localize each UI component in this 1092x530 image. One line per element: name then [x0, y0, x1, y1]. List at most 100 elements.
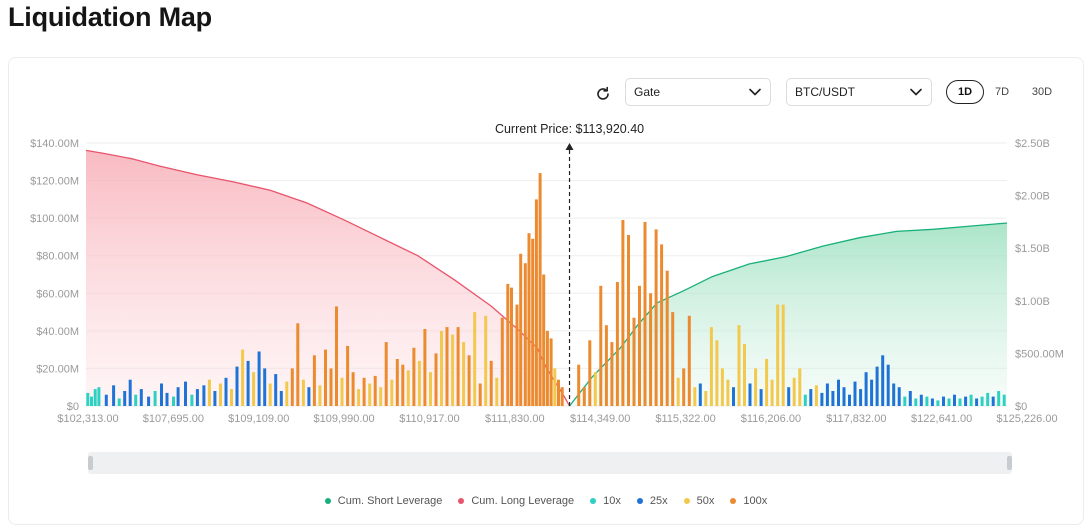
- y-axis-right-tick-label: $1.00B: [1015, 296, 1050, 308]
- liquidation-bar-x10: [134, 394, 138, 406]
- liquidation-bar-x100: [445, 327, 449, 406]
- liquidation-bar-x100: [534, 199, 538, 406]
- liquidation-bar-x25: [202, 385, 206, 406]
- legend-item-cum-long[interactable]: Cum. Long Leverage: [458, 495, 574, 507]
- liquidation-bar-x10: [190, 394, 194, 406]
- legend-item-100x[interactable]: 100x: [730, 495, 767, 507]
- liquidation-bar-x50: [417, 360, 421, 406]
- liquidation-bar-x100: [515, 304, 519, 406]
- liquidation-bar-x50: [765, 359, 769, 406]
- cum-long-leverage-area: [86, 150, 570, 406]
- liquidation-bar-x10: [93, 389, 97, 406]
- legend-label: 25x: [649, 495, 668, 507]
- liquidation-bar-x25: [930, 398, 934, 406]
- liquidation-bar-x25: [870, 379, 874, 406]
- liquidation-bar-x50: [770, 379, 774, 406]
- x-axis-tick-label: $109,990.00: [314, 413, 375, 425]
- liquidation-bar-x50: [792, 377, 796, 406]
- liquidation-bar-x100: [577, 364, 581, 406]
- range-slider-right-handle[interactable]: [1007, 456, 1012, 470]
- liquidation-bar-x100: [599, 285, 603, 406]
- legend-label: Cum. Short Leverage: [337, 495, 443, 507]
- liquidation-bar-x25: [123, 391, 127, 406]
- liquidation-bar-x25: [748, 383, 752, 406]
- liquidation-bar-x25: [820, 392, 824, 406]
- liquidation-bar-x50: [340, 377, 344, 406]
- liquidation-bar-x100: [545, 330, 549, 406]
- x-axis-tick-label: $125,226.00: [996, 413, 1057, 425]
- legend-label: 50x: [696, 495, 715, 507]
- current-price-arrow: [565, 143, 574, 150]
- liquidation-bar-x10: [90, 396, 93, 406]
- liquidation-bar-x50: [285, 381, 289, 406]
- liquidation-bar-x100: [687, 315, 691, 406]
- legend-dot-long: [458, 498, 465, 504]
- liquidation-bar-x25: [853, 381, 857, 406]
- liquidation-bar-x100: [643, 221, 647, 406]
- liquidation-bar-x50: [301, 379, 305, 406]
- liquidation-bar-x100: [523, 263, 527, 406]
- liquidation-bar-x10: [153, 391, 157, 406]
- liquidation-bar-x100: [324, 349, 327, 406]
- y-axis-left-tick-label: $80.00M: [36, 251, 79, 263]
- liquidation-bar-x50: [406, 370, 410, 406]
- liquidation-bar-x25: [274, 374, 278, 406]
- liquidation-bar-x50: [676, 377, 680, 406]
- liquidation-bar-x50: [693, 387, 697, 406]
- liquidation-bar-x10: [958, 398, 962, 406]
- legend-item-25x[interactable]: 25x: [636, 495, 668, 507]
- legend-dot-25x: [636, 498, 643, 504]
- liquidation-bar-x25: [975, 398, 979, 406]
- liquidation-bar-x10: [947, 398, 951, 406]
- liquidation-bar-x10: [1002, 394, 1006, 406]
- legend-label: Cum. Long Leverage: [471, 495, 575, 507]
- x-axis-tick-label: $115,322.00: [655, 413, 715, 425]
- current-price-label: Current Price: $113,920.40: [495, 122, 644, 136]
- liquidation-bar-x25: [160, 383, 163, 406]
- liquidation-bar-x25: [825, 383, 829, 406]
- liquidation-bar-x100: [510, 287, 513, 406]
- range-slider-left-handle[interactable]: [88, 456, 93, 470]
- liquidation-bar-x100: [527, 233, 531, 406]
- liquidation-bar-x100: [665, 270, 669, 406]
- liquidation-bar-x10: [117, 398, 121, 406]
- liquidation-bar-x50: [252, 372, 256, 406]
- legend-dot-10x: [590, 498, 597, 504]
- liquidation-bar-x100: [467, 355, 471, 406]
- liquidation-bar-x25: [787, 387, 791, 406]
- liquidation-bar-x50: [781, 304, 785, 406]
- legend-item-cum-short[interactable]: Cum. Short Leverage: [324, 495, 443, 507]
- y-axis-left-tick-label: $0: [67, 401, 79, 413]
- legend-item-10x[interactable]: 10x: [590, 495, 621, 507]
- liquidation-bar-x10: [980, 396, 984, 406]
- liquidation-bar-x25: [104, 394, 108, 406]
- x-axis-tick-label: $122,641.00: [911, 413, 972, 425]
- liquidation-bar-x100: [519, 253, 523, 406]
- legend-dot-100x: [730, 498, 737, 504]
- liquidation-bar-x25: [759, 389, 763, 406]
- liquidation-bar-x10: [936, 400, 940, 406]
- liquidation-bar-x50: [720, 368, 724, 406]
- legend-item-50x[interactable]: 50x: [683, 495, 715, 507]
- liquidation-bar-x50: [715, 340, 719, 407]
- liquidation-bar-x25: [892, 383, 896, 406]
- liquidation-bar-x25: [224, 377, 228, 406]
- liquidation-bar-x100: [627, 235, 630, 406]
- liquidation-bar-x100: [290, 368, 294, 406]
- liquidation-bar-x100: [401, 364, 405, 406]
- liquidation-bar-x100: [312, 355, 316, 406]
- liquidation-bar-x100: [582, 387, 586, 406]
- liquidation-bar-x100: [346, 345, 350, 406]
- liquidation-bar-x25: [147, 396, 151, 406]
- legend-label: 100x: [743, 495, 768, 507]
- liquidation-bar-x25: [112, 385, 116, 406]
- liquidation-bar-x10: [925, 396, 929, 406]
- liquidation-bar-x50: [737, 325, 741, 406]
- liquidation-bar-x25: [831, 391, 835, 406]
- liquidation-bar-x100: [538, 173, 542, 406]
- liquidation-bar-x10: [172, 396, 175, 406]
- liquidation-bar-x100: [395, 359, 399, 406]
- liquidation-bar-x50: [429, 372, 432, 406]
- chart-legend: Cum. Short Leverage Cum. Long Leverage 1…: [0, 492, 1092, 510]
- range-slider[interactable]: [88, 452, 1012, 474]
